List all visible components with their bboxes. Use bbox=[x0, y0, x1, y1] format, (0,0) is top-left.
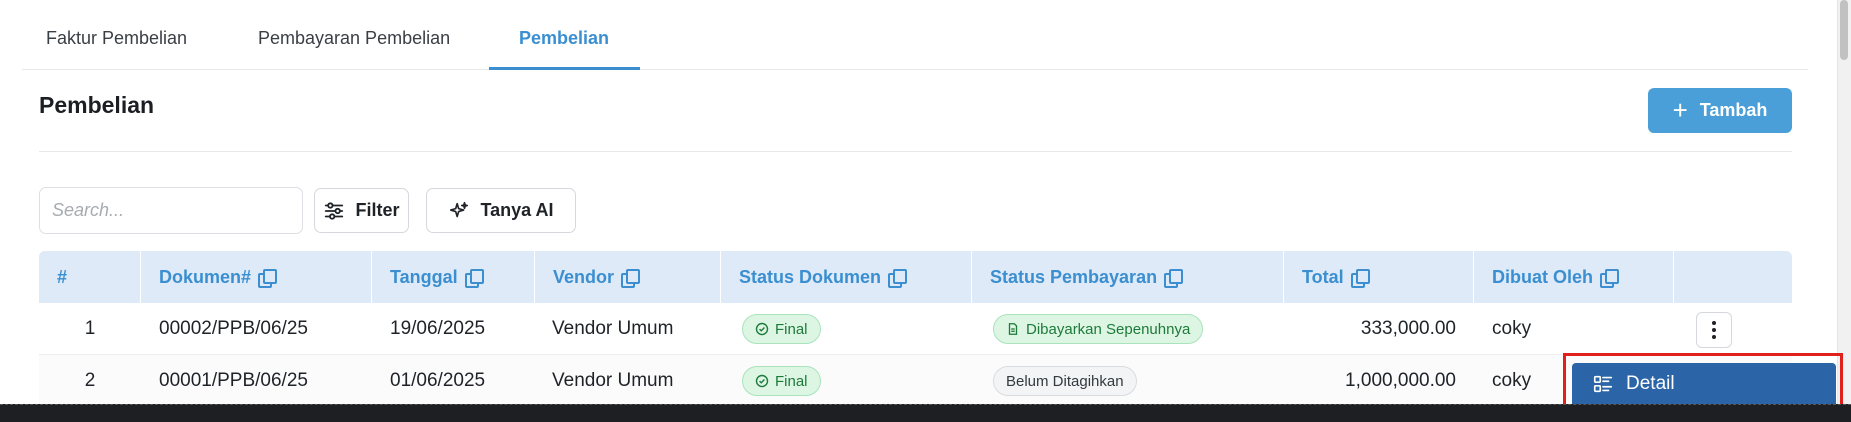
cell-vendor: Vendor Umum bbox=[552, 318, 674, 339]
cell-number: 1 bbox=[84, 318, 96, 339]
check-circle-icon bbox=[755, 322, 769, 336]
column-header-tanggal[interactable]: Tanggal bbox=[372, 251, 535, 303]
payment-status-label: Belum Ditagihkan bbox=[1006, 372, 1124, 390]
detail-menu-item[interactable]: Detail bbox=[1572, 363, 1836, 404]
column-header-dibuat-oleh[interactable]: Dibuat Oleh bbox=[1474, 251, 1674, 303]
column-label: Vendor bbox=[553, 266, 615, 287]
column-label: Status Pembayaran bbox=[990, 266, 1158, 287]
plus-icon: + bbox=[1672, 94, 1688, 125]
status-badge-label: Final bbox=[775, 372, 808, 390]
cell-status-dokumen: Final bbox=[742, 303, 821, 355]
column-header-status-dokumen[interactable]: Status Dokumen bbox=[721, 251, 972, 303]
ask-ai-label: Tanya AI bbox=[480, 200, 554, 220]
tab-faktur-pembelian[interactable]: Faktur Pembelian bbox=[46, 28, 187, 49]
copy-icon[interactable] bbox=[258, 268, 278, 288]
cell-tanggal: 01/06/2025 bbox=[390, 370, 486, 391]
page-title: Pembelian bbox=[39, 92, 155, 118]
filter-button[interactable]: Filter bbox=[314, 188, 409, 233]
bottom-bar bbox=[0, 404, 1851, 422]
cell-dokumen: 00001/PPB/06/25 bbox=[159, 370, 308, 391]
column-header-dokumen[interactable]: Dokumen# bbox=[141, 251, 372, 303]
sparkle-icon bbox=[450, 201, 469, 217]
table-row[interactable]: 1 00002/PPB/06/25 19/06/2025 Vendor Umum… bbox=[39, 303, 1792, 355]
purchase-table: # Dokumen# Tanggal Vendor Status Dokumen… bbox=[39, 251, 1792, 404]
tab-bar: Faktur Pembelian Pembayaran Pembelian Pe… bbox=[22, 0, 1808, 70]
cell-dibuat-oleh: coky bbox=[1492, 370, 1532, 391]
add-button-label: Tambah bbox=[1699, 100, 1768, 120]
cell-tanggal: 19/06/2025 bbox=[390, 318, 486, 339]
copy-icon[interactable] bbox=[888, 268, 908, 288]
detail-label: Detail bbox=[1626, 372, 1675, 394]
list-detail-icon bbox=[1593, 375, 1613, 392]
column-header-vendor[interactable]: Vendor bbox=[535, 251, 721, 303]
column-header-total[interactable]: Total bbox=[1284, 251, 1474, 303]
status-badge-label: Final bbox=[775, 320, 808, 338]
status-badge: Final bbox=[742, 366, 821, 396]
cell-status-dokumen: Final bbox=[742, 355, 821, 404]
column-label: Dibuat Oleh bbox=[1492, 266, 1594, 287]
app-page: Faktur Pembelian Pembayaran Pembelian Pe… bbox=[0, 0, 1851, 404]
payment-status-label: Dibayarkan Sepenuhnya bbox=[1026, 320, 1191, 338]
copy-icon[interactable] bbox=[1164, 268, 1184, 288]
check-circle-icon bbox=[755, 374, 769, 388]
copy-icon[interactable] bbox=[621, 268, 641, 288]
search-input[interactable] bbox=[39, 187, 303, 234]
payment-status-badge: Belum Ditagihkan bbox=[993, 366, 1137, 396]
column-label: Total bbox=[1302, 266, 1344, 287]
table-row[interactable]: 2 00001/PPB/06/25 01/06/2025 Vendor Umum… bbox=[39, 355, 1792, 404]
filter-label: Filter bbox=[355, 200, 400, 220]
vertical-scrollbar[interactable] bbox=[1837, 0, 1851, 404]
cell-vendor: Vendor Umum bbox=[552, 370, 674, 391]
active-tab-indicator bbox=[489, 67, 640, 70]
column-header-number[interactable]: # bbox=[39, 251, 141, 303]
cell-status-pembayaran: Belum Ditagihkan bbox=[993, 355, 1137, 404]
ask-ai-button[interactable]: Tanya AI bbox=[426, 188, 576, 233]
row-actions-kebab-icon[interactable] bbox=[1696, 312, 1732, 348]
table-header: # Dokumen# Tanggal Vendor Status Dokumen… bbox=[39, 251, 1792, 303]
cell-number: 2 bbox=[84, 370, 96, 391]
column-label: Tanggal bbox=[390, 266, 458, 287]
tab-pembelian[interactable]: Pembelian bbox=[519, 28, 609, 49]
column-header-status-pembayaran[interactable]: Status Pembayaran bbox=[972, 251, 1284, 303]
filter-sliders-icon bbox=[325, 201, 344, 220]
add-button[interactable]: + Tambah bbox=[1648, 88, 1792, 133]
cell-dibuat-oleh: coky bbox=[1492, 318, 1532, 339]
tab-pembayaran-pembelian[interactable]: Pembayaran Pembelian bbox=[258, 28, 450, 49]
column-label: Status Dokumen bbox=[739, 266, 882, 287]
cell-status-pembayaran: Dibayarkan Sepenuhnya bbox=[993, 303, 1204, 355]
payment-status-badge: Dibayarkan Sepenuhnya bbox=[993, 314, 1204, 344]
column-label: Dokumen# bbox=[159, 266, 252, 287]
scrollbar-thumb[interactable] bbox=[1840, 0, 1848, 60]
column-label: # bbox=[57, 266, 68, 287]
divider bbox=[39, 151, 1792, 152]
copy-icon[interactable] bbox=[1350, 268, 1370, 288]
cell-total: 333,000.00 bbox=[1360, 318, 1456, 339]
cell-total: 1,000,000.00 bbox=[1345, 370, 1456, 391]
copy-icon[interactable] bbox=[464, 268, 484, 288]
cell-dokumen: 00002/PPB/06/25 bbox=[159, 318, 308, 339]
status-badge: Final bbox=[742, 314, 821, 344]
copy-icon[interactable] bbox=[1600, 268, 1620, 288]
document-icon bbox=[1008, 323, 1018, 335]
